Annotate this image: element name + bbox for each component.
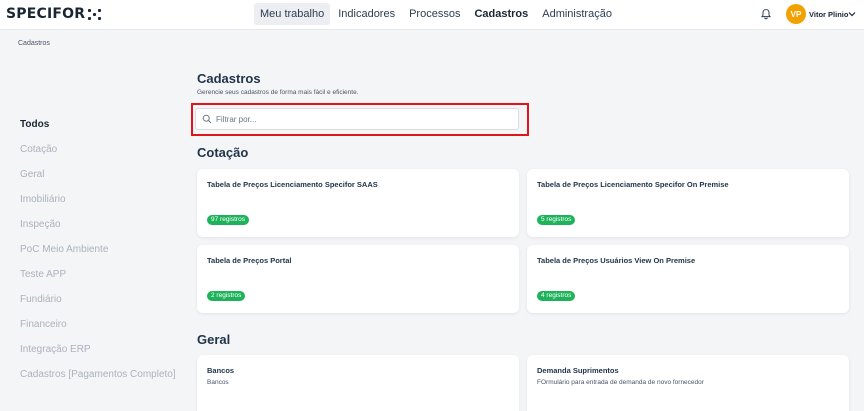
category-sidebar: Todos Cotação Geral Imobiliário Inspeção… [20, 115, 180, 390]
card-tabela-precos-on-premise[interactable]: Tabela de Preços Licenciamento Specifor … [527, 169, 849, 237]
records-badge: 5 registros [537, 215, 576, 225]
section-title-cotacao: Cotação [197, 145, 249, 160]
app-logo[interactable]: SPECIFOR [6, 6, 102, 22]
sidebar-item-cadastros-pagamentos[interactable]: Cadastros [Pagamentos Completo] [20, 365, 180, 390]
sidebar-item-todos[interactable]: Todos [20, 115, 180, 140]
card-tabela-precos-usuarios-view[interactable]: Tabela de Preços Usuários View On Premis… [527, 245, 849, 313]
card-title: Tabela de Preços Portal [207, 256, 292, 265]
search-icon [202, 114, 212, 124]
logo-text: SPECIFOR [6, 6, 86, 22]
search-box[interactable] [195, 108, 519, 130]
sidebar-item-geral[interactable]: Geral [20, 165, 180, 190]
sidebar-item-teste-app[interactable]: Teste APP [20, 265, 180, 290]
search-input[interactable] [216, 111, 506, 127]
card-title: Tabela de Preços Licenciamento Specifor … [537, 180, 729, 189]
logo-dots-icon [88, 8, 102, 20]
top-bar: SPECIFOR Meu trabalho Indicadores Proces… [0, 0, 864, 30]
sidebar-item-cotacao[interactable]: Cotação [20, 140, 180, 165]
page-subtitle: Gerencie seus cadastros de forma mais fá… [197, 89, 359, 96]
card-title: Demanda Suprimentos [537, 366, 619, 375]
card-description: Bancos [207, 379, 229, 386]
card-tabela-precos-saas[interactable]: Tabela de Preços Licenciamento Specifor … [197, 169, 519, 237]
sidebar-item-integracao-erp[interactable]: Integração ERP [20, 340, 180, 365]
records-badge: 2 registros [207, 291, 246, 301]
sidebar-item-poc-meio-ambiente[interactable]: PoC Meio Ambiente [20, 240, 180, 265]
nav-item-administracao[interactable]: Administração [536, 3, 618, 25]
card-bancos[interactable]: Bancos Bancos [197, 355, 519, 411]
main-nav: Meu trabalho Indicadores Processos Cadas… [254, 3, 618, 25]
nav-item-indicadores[interactable]: Indicadores [332, 3, 401, 25]
card-title: Tabela de Preços Usuários View On Premis… [537, 256, 696, 265]
card-tabela-precos-portal[interactable]: Tabela de Preços Portal 2 registros [197, 245, 519, 313]
records-badge: 97 registros [207, 215, 249, 225]
sidebar-item-inspecao[interactable]: Inspeção [20, 215, 180, 240]
breadcrumb[interactable]: Cadastros [18, 40, 50, 47]
card-title: Tabela de Preços Licenciamento Specifor … [207, 180, 378, 189]
nav-item-meu-trabalho[interactable]: Meu trabalho [254, 3, 331, 25]
chevron-down-icon[interactable] [848, 11, 856, 17]
page-title: Cadastros [197, 71, 261, 86]
card-demanda-suprimentos[interactable]: Demanda Suprimentos FOrmulário para entr… [527, 355, 849, 411]
sidebar-item-financeiro[interactable]: Financeiro [20, 315, 180, 340]
card-title: Bancos [207, 366, 235, 375]
sidebar-item-fundiario[interactable]: Fundiário [20, 290, 180, 315]
avatar[interactable]: VP [786, 4, 806, 24]
search-highlight [191, 103, 529, 136]
bell-icon[interactable] [760, 8, 772, 20]
card-description: FOrmulário para entrada de demanda de no… [537, 379, 704, 386]
nav-item-processos[interactable]: Processos [403, 3, 466, 25]
records-badge: 4 registros [537, 291, 576, 301]
user-name[interactable]: Vitor Plinio [809, 10, 848, 19]
sidebar-item-imobiliario[interactable]: Imobiliário [20, 190, 180, 215]
nav-item-cadastros[interactable]: Cadastros [468, 3, 534, 25]
section-title-geral: Geral [197, 332, 231, 347]
